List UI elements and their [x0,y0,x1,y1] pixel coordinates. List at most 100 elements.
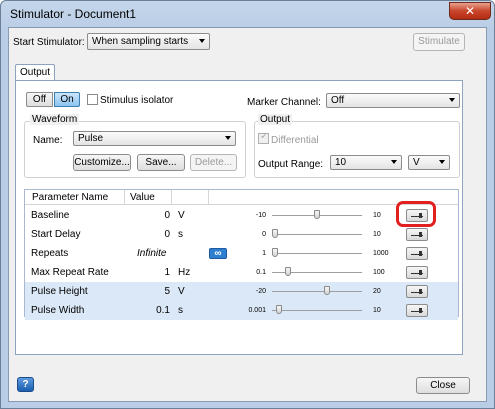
start-stimulator-select[interactable]: When sampling starts [87,33,210,50]
slider-max-label: 20 [373,288,381,295]
marker-channel-select[interactable]: Off [326,93,460,108]
stimulus-isolator-checkbox[interactable] [87,94,98,105]
param-unit: V [178,286,185,297]
chevron-down-icon [449,98,455,102]
slider-thumb[interactable] [272,248,278,257]
param-unit: V [178,210,185,221]
output-unit-value: V [413,157,420,168]
column-divider [208,190,209,205]
waveform-group-label: Waveform [30,114,80,125]
param-value[interactable]: Infinite [137,248,166,259]
slider-min-label: 0.1 [256,269,266,276]
output-unit-select[interactable]: V [408,155,450,170]
waveform-name-value: Pulse [78,133,104,144]
slider-max-label: 10 [373,212,381,219]
param-value[interactable]: 0 [164,229,170,240]
slider-thumb[interactable] [272,229,278,238]
chevron-down-icon [225,136,231,140]
slider-min-label: -10 [255,212,266,219]
differential-checkbox[interactable]: ✓ [258,131,269,144]
on-toggle-button[interactable]: On [54,92,80,107]
marker-channel-label: Marker Channel: [247,97,321,108]
slider-settings-button[interactable] [406,304,428,317]
header-value: Value [130,192,155,203]
column-divider [171,190,172,205]
table-row[interactable]: Pulse Width 0.1 s 0.001 10 [25,301,458,320]
checkmark-icon: ✓ [260,131,269,142]
close-button[interactable]: Close [416,377,470,394]
slider-icon [411,270,423,275]
slider-settings-button[interactable] [406,228,428,241]
param-unit: Hz [178,267,191,278]
help-icon: ? [22,379,29,390]
parameter-table: Parameter Name Value Baseline 0 V -10 10 Star… [24,189,459,320]
help-button[interactable]: ? [17,377,34,392]
output-range-select[interactable]: 10 [330,155,402,170]
slider-min-label: 1 [262,250,266,257]
slider-settings-button[interactable] [406,285,428,298]
header-parameter-name: Parameter Name [32,192,109,203]
table-row[interactable]: Repeats Infinite ∞ 1 1000 [25,244,458,263]
chevron-down-icon [199,39,205,43]
slider-min-label: 0 [262,231,266,238]
param-name: Repeats [31,248,69,259]
off-toggle-button[interactable]: Off [26,92,53,107]
output-range-label: Output Range: [258,159,324,170]
slider-max-label: 100 [373,269,385,276]
slider-track[interactable] [272,291,362,292]
start-stimulator-value: When sampling starts [92,36,189,47]
stimulate-button[interactable]: Stimulate [413,33,465,51]
stimulus-isolator-label: Stimulus isolator [100,95,174,106]
marker-channel-value: Off [331,95,345,106]
chevron-down-icon [439,160,445,164]
param-value[interactable]: 0.1 [156,305,170,316]
slider-icon [411,308,423,313]
table-row[interactable]: Start Delay 0 s 0 10 [25,225,458,244]
slider-max-label: 1000 [373,250,389,257]
slider-track[interactable] [272,234,362,235]
title-bar: Stimulator - Document1 ✕ [1,1,494,27]
table-row[interactable]: Max Repeat Rate 1 Hz 0.1 100 [25,263,458,282]
table-row[interactable]: Pulse Height 5 V -20 20 [25,282,458,301]
infinite-loop-icon[interactable]: ∞ [209,248,227,259]
tab-output[interactable]: Output [15,64,55,81]
differential-label: Differential [271,135,319,146]
highlight-annotation [396,201,436,227]
slider-thumb[interactable] [276,305,282,314]
slider-icon [411,289,423,294]
slider-thumb[interactable] [324,286,330,295]
table-header: Parameter Name Value [25,190,458,205]
slider-max-label: 10 [373,307,381,314]
slider-thumb[interactable] [285,267,291,276]
window-close-button[interactable]: ✕ [449,2,491,20]
table-row[interactable]: Baseline 0 V -10 10 [25,206,458,225]
slider-max-label: 10 [373,231,381,238]
slider-track[interactable] [272,310,362,311]
param-value[interactable]: 5 [164,286,170,297]
param-unit: s [178,229,183,240]
slider-min-label: -20 [255,288,266,295]
slider-settings-button[interactable] [406,247,428,260]
waveform-name-label: Name: [33,135,63,146]
save-button[interactable]: Save... [137,154,185,171]
customize-button[interactable]: Customize... [73,154,131,171]
close-icon: ✕ [464,4,476,18]
param-name: Baseline [31,210,70,221]
chevron-down-icon [391,160,397,164]
waveform-name-select[interactable]: Pulse [73,131,236,146]
slider-track[interactable] [272,253,362,254]
slider-min-label: 0.001 [248,307,266,314]
slider-icon [411,251,423,256]
slider-thumb[interactable] [314,210,320,219]
param-name: Pulse Width [31,305,85,316]
param-name: Max Repeat Rate [31,267,109,278]
param-value[interactable]: 1 [164,267,170,278]
param-name: Pulse Height [31,286,88,297]
slider-icon [411,232,423,237]
output-group-label: Output [258,114,293,125]
slider-settings-button[interactable] [406,266,428,279]
window-title: Stimulator - Document1 [10,7,137,21]
param-name: Start Delay [31,229,81,240]
delete-button[interactable]: Delete... [190,154,237,171]
param-value[interactable]: 0 [164,210,170,221]
